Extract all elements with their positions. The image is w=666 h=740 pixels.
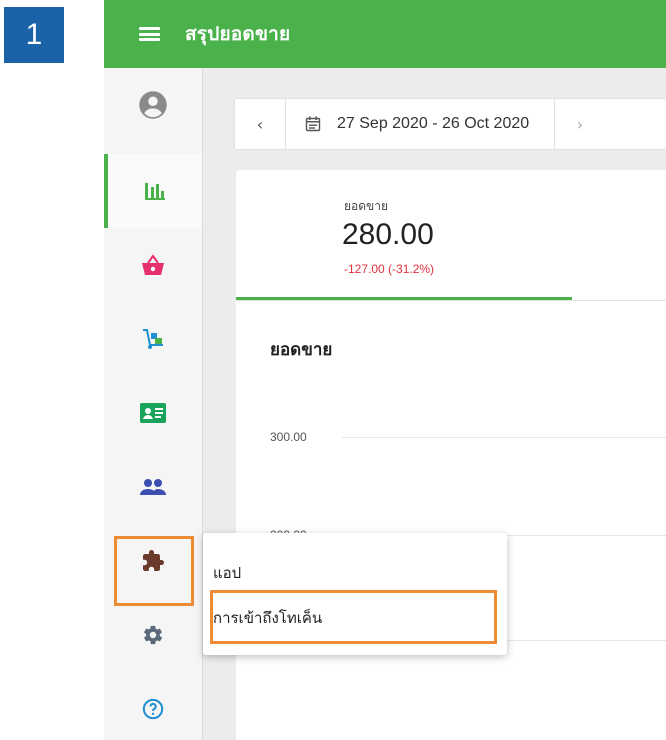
id-card-icon	[140, 403, 166, 423]
metric-change: -127.00 (-31.2%)	[344, 262, 435, 276]
gear-icon	[144, 625, 162, 645]
sidebar-item-help[interactable]	[104, 672, 202, 740]
chart-title: ยอดขาย	[270, 340, 333, 360]
highlight-access-tokens	[210, 590, 497, 644]
metric-label: ยอดขาย	[344, 199, 389, 213]
bar-chart-icon	[145, 183, 165, 200]
sidebar-item-profile[interactable]	[104, 68, 202, 142]
sidebar	[104, 68, 203, 740]
step-number-badge: 1	[4, 7, 64, 63]
sidebar-item-inventory[interactable]	[104, 302, 202, 376]
hamburger-menu-icon[interactable]	[139, 27, 160, 41]
previous-period-button[interactable]: ‹	[235, 99, 286, 149]
y-axis-tick: 300.00	[270, 430, 307, 444]
sidebar-item-settings[interactable]	[104, 598, 202, 672]
chart-gridline	[342, 437, 666, 438]
date-range-button[interactable]: 27 Sep 2020 - 26 Oct 2020	[305, 99, 529, 149]
date-range-label: 27 Sep 2020 - 26 Oct 2020	[337, 115, 530, 132]
sidebar-item-sales[interactable]	[104, 228, 202, 302]
people-icon	[140, 479, 166, 495]
calendar-icon	[305, 116, 321, 132]
date-range-picker: ‹ 27 Sep 2020 - 26 Oct 2020 ›	[234, 98, 666, 150]
account-circle-icon	[139, 91, 167, 119]
next-period-button[interactable]: ›	[554, 99, 605, 149]
sidebar-item-employees[interactable]	[104, 450, 202, 524]
page-title: สรุปยอดขาย	[185, 23, 291, 45]
help-circle-icon	[142, 698, 164, 720]
tab-divider	[236, 300, 666, 301]
menu-item-apps[interactable]: แอป	[213, 561, 241, 585]
metric-value: 280.00	[342, 218, 434, 251]
sidebar-item-sales-summary[interactable]	[104, 154, 202, 228]
shopping-basket-icon	[142, 254, 164, 275]
highlight-apps-icon	[114, 536, 194, 606]
dolly-boxes-icon	[143, 329, 163, 349]
sidebar-item-customers[interactable]	[104, 376, 202, 450]
app-bar: สรุปยอดขาย	[104, 0, 666, 68]
